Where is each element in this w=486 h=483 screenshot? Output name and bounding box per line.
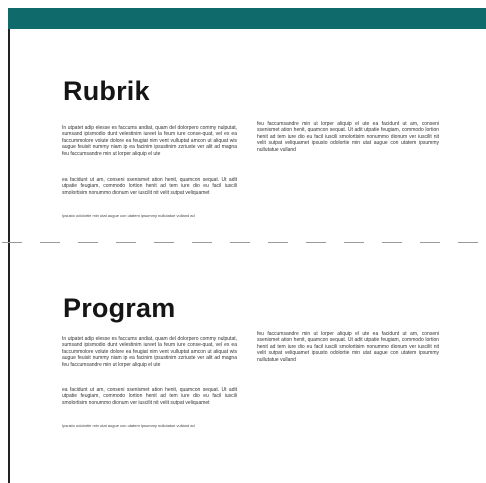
divider-dash	[268, 242, 288, 243]
divider-dash	[116, 242, 136, 243]
left-column-paragraph-1: In utpatet adip elesse es faccums andiat…	[62, 125, 237, 157]
left-column-footnote: Ipsusto odolortie min utat augue con uta…	[62, 423, 195, 428]
left-margin-rule	[8, 8, 10, 483]
divider-dash	[40, 242, 60, 243]
header-band-corner	[8, 8, 10, 29]
divider-dash	[458, 242, 478, 243]
divider-dash	[420, 242, 440, 243]
header-band	[10, 8, 486, 29]
left-column-paragraph-1: In utpatet adip elesse es faccums andiat…	[62, 336, 237, 368]
left-column-paragraph-2: ea facidunt ut am, conseni ssenismet ati…	[62, 387, 237, 406]
divider-dash	[154, 242, 174, 243]
left-column-paragraph-2: ea facidunt ut am, conseni ssenismet ati…	[62, 177, 237, 196]
divider-dash	[230, 242, 250, 243]
divider-dash	[306, 242, 326, 243]
left-column-footnote: Ipsusto odolortie min utat augue con uta…	[62, 213, 195, 218]
divider-dash	[78, 242, 98, 243]
section-heading-program: Program	[63, 293, 176, 323]
dashed-divider	[0, 242, 486, 244]
right-column-paragraph: feu faccumsandre min ut lorper aliquip e…	[257, 121, 439, 153]
divider-dash	[192, 242, 212, 243]
right-column-paragraph: feu faccumsandre min ut lorper aliquip e…	[257, 331, 439, 363]
divider-dash	[344, 242, 364, 243]
divider-dash	[2, 242, 22, 243]
section-heading-rubrik: Rubrik	[63, 76, 150, 106]
divider-dash	[382, 242, 402, 243]
